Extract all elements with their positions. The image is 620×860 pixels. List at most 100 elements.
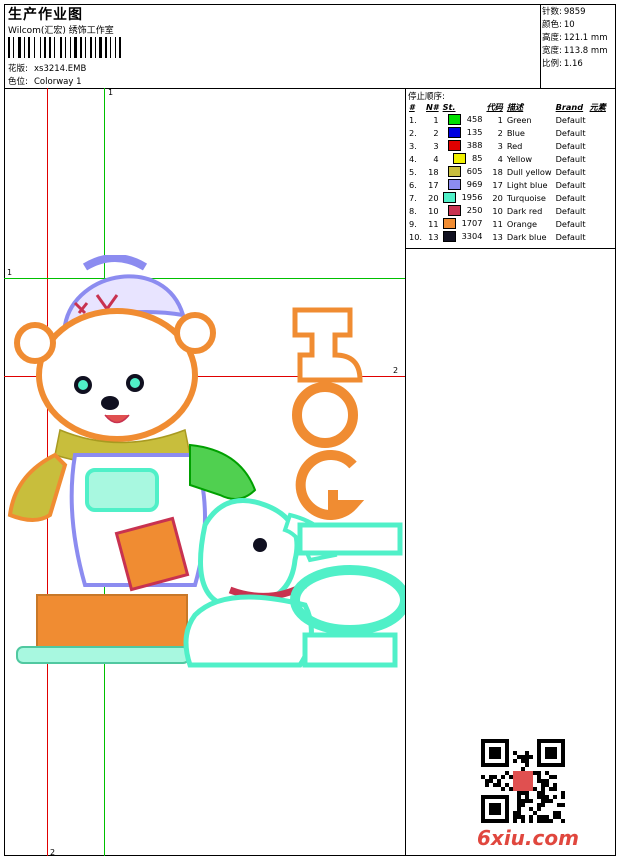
stat-value: 1.16 — [563, 59, 583, 69]
column-header: 元素 — [589, 102, 606, 112]
cell-element — [588, 191, 608, 204]
stat-label: 高度: — [542, 33, 562, 43]
cell-n: 17 — [428, 179, 439, 190]
cell-desc: Dark red — [506, 205, 543, 216]
color-swatch — [447, 114, 461, 125]
cell-element — [588, 126, 608, 139]
colorway-label: 色位: — [8, 77, 28, 87]
stat-label: 比例: — [542, 59, 562, 69]
design-label: 花版: — [8, 64, 28, 74]
cell-n: 1 — [433, 114, 439, 125]
column-header: 描述 — [506, 102, 524, 112]
stitch-count: 388 — [466, 140, 483, 150]
table-row: 6. 17 969 17 Light blue Default — [407, 178, 608, 191]
cell-code: 10 — [492, 205, 503, 216]
cell-desc: Yellow — [506, 153, 533, 164]
stat-value: 10 — [563, 20, 575, 30]
page-title: 生产作业图 — [8, 7, 83, 23]
table-row: 7. 20 1956 20 Turquoise Default — [407, 191, 608, 204]
table-row: 9. 11 1707 11 Orange Default — [407, 217, 608, 230]
stitch-count: 85 — [472, 153, 483, 163]
cell-n: 20 — [428, 192, 439, 203]
color-swatch — [447, 127, 461, 138]
stitch-cell: 969 — [441, 178, 485, 191]
guide-label-v2: 2 — [50, 848, 56, 857]
cell-desc: Orange — [506, 218, 538, 229]
color-swatch — [453, 153, 467, 164]
letter-o — [292, 382, 358, 448]
colorway-value: Colorway 1 — [34, 77, 82, 87]
cell-n: 18 — [428, 166, 439, 177]
cell-n: 11 — [428, 218, 439, 229]
stats-divider — [540, 4, 541, 88]
table-row: 10. 13 3304 13 Dark blue Default — [407, 230, 608, 243]
cell-idx: 4. — [409, 153, 417, 164]
cell-idx: 8. — [409, 205, 417, 216]
cell-element — [588, 178, 608, 191]
stitch-cell: 388 — [441, 139, 485, 152]
cell-code: 17 — [492, 179, 503, 190]
stitch-cell: 605 — [441, 165, 485, 178]
cell-element — [588, 152, 608, 165]
stitch-cell: 3304 — [441, 230, 485, 243]
stat-row: 比例: 1.16 — [542, 58, 607, 71]
column-header: 代码 — [486, 102, 503, 112]
stitch-cell: 250 — [441, 204, 485, 217]
table-row: 5. 18 605 18 Dull yellow Default — [407, 165, 608, 178]
stat-label: 颜色: — [542, 20, 562, 30]
cell-idx: 10. — [409, 231, 423, 242]
watermark: 6xiu.com — [477, 826, 579, 850]
header-divider — [4, 88, 616, 89]
cell-desc: Dark blue — [506, 231, 547, 242]
stitch-count: 969 — [466, 179, 483, 189]
cell-brand: Default — [555, 127, 586, 138]
color-swatch — [442, 231, 456, 242]
cell-idx: 2. — [409, 127, 417, 138]
cell-desc: Red — [506, 140, 523, 151]
cell-brand: Default — [555, 114, 586, 125]
color-swatch — [447, 205, 461, 216]
stitch-count: 458 — [466, 114, 483, 124]
table-row: 4. 4 85 4 Yellow Default — [407, 152, 608, 165]
cell-desc: Turquoise — [506, 192, 546, 203]
cell-brand: Default — [555, 205, 586, 216]
cell-element — [588, 217, 608, 230]
cell-n: 3 — [433, 140, 439, 151]
cell-element — [588, 204, 608, 217]
stat-row: 宽度: 113.8 mm — [542, 45, 607, 58]
cell-desc: Blue — [506, 127, 525, 138]
stitch-cell: 458 — [441, 113, 485, 126]
stitch-count: 1707 — [461, 218, 483, 228]
design-row: 花版: xs3214.EMB — [8, 62, 86, 74]
cell-code: 2 — [497, 127, 503, 138]
stat-row: 针数: 9859 — [542, 6, 607, 19]
cell-code: 1 — [497, 114, 503, 125]
cell-brand: Default — [555, 153, 586, 164]
guide-label-v1: 1 — [108, 88, 114, 97]
cell-idx: 5. — [409, 166, 417, 177]
qr-code[interactable] — [481, 739, 565, 823]
letter-g — [295, 450, 365, 520]
stat-value: 9859 — [563, 7, 586, 17]
cell-code: 3 — [497, 140, 503, 151]
stitch-count: 605 — [466, 166, 483, 176]
cell-element — [588, 139, 608, 152]
table-row: 1. 1 458 1 Green Default — [407, 113, 608, 126]
company-name: Wilcom(汇宏) 绣饰工作室 — [8, 26, 114, 36]
column-header: St. — [442, 102, 456, 112]
cell-n: 2 — [433, 127, 439, 138]
stop-sequence-table: # N# St. 代码 描述 Brand 元素 1. 1 458 1 Green Default 2. 2… — [407, 101, 608, 243]
stitch-count: 1956 — [461, 192, 483, 202]
stat-label: 针数: — [542, 7, 562, 17]
cell-n: 13 — [428, 231, 439, 242]
cell-idx: 1. — [409, 114, 417, 125]
cell-brand: Default — [555, 231, 586, 242]
cell-n: 10 — [428, 205, 439, 216]
stitch-cell: 1707 — [441, 217, 485, 230]
color-swatch — [442, 192, 456, 203]
cell-desc: Dull yellow — [506, 166, 552, 177]
cell-brand: Default — [555, 166, 586, 177]
stitch-cell: 1956 — [441, 191, 485, 204]
color-swatch — [442, 218, 456, 229]
cell-code: 13 — [492, 231, 503, 242]
